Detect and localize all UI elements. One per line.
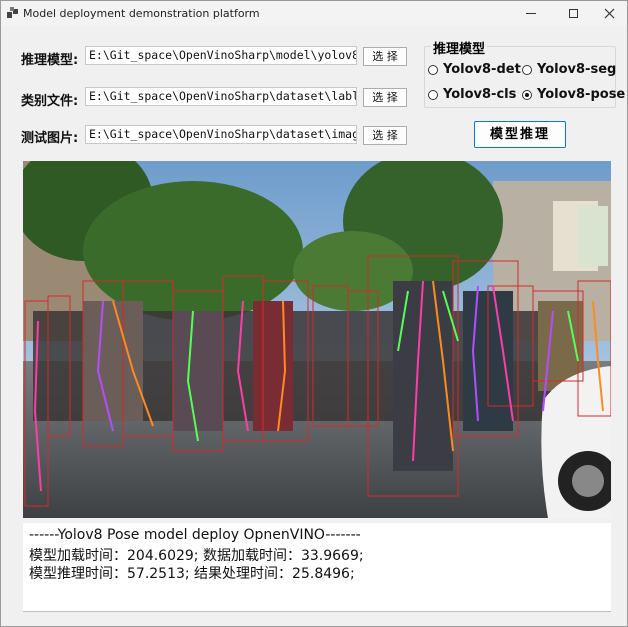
select-model-button[interactable]: 选 择 (363, 47, 407, 66)
maximize-icon (568, 9, 578, 18)
label-file-input[interactable]: E:\Git_space\OpenVinoSharp\dataset\lable… (85, 87, 357, 106)
label-file-label: 类别文件: (21, 94, 79, 109)
app-icon (7, 7, 18, 18)
pose-result-picture (23, 161, 611, 518)
minimize-button[interactable] (511, 1, 551, 26)
select-label-file-button[interactable]: 选 择 (363, 88, 407, 107)
radio-yolov8-cls[interactable]: Yolov8-cls (428, 87, 516, 102)
radio-label: Yolov8-pose (537, 87, 626, 102)
model-path-input[interactable]: E:\Git_space\OpenVinoSharp\model\yolov8s… (85, 46, 357, 65)
radio-label: Yolov8-seg (537, 62, 617, 77)
output-line-load-times: 模型加载时间：204.6029; 数据加载时间：33.9669; (29, 548, 364, 564)
main-window: Model deployment demonstration platform … (0, 0, 628, 627)
radio-indicator (522, 64, 532, 75)
output-log[interactable]: ------Yolov8 Pose model deploy OpnenVINO… (23, 523, 611, 612)
radio-label: Yolov8-cls (443, 87, 517, 102)
radio-indicator-selected (522, 89, 532, 100)
radio-yolov8-det[interactable]: Yolov8-det (428, 62, 521, 77)
close-button[interactable] (589, 1, 628, 26)
test-image-label: 测试图片: (21, 131, 79, 146)
radio-yolov8-pose[interactable]: Yolov8-pose (522, 87, 625, 102)
radio-yolov8-seg[interactable]: Yolov8-seg (522, 62, 616, 77)
radio-indicator (428, 89, 438, 100)
close-icon (604, 8, 614, 19)
radio-label: Yolov8-det (443, 62, 521, 77)
model-path-label: 推理模型: (21, 53, 79, 68)
title-bar[interactable]: Model deployment demonstration platform (1, 1, 627, 26)
select-test-image-button[interactable]: 选 择 (363, 126, 407, 145)
radio-indicator (428, 64, 438, 75)
window-title: Model deployment demonstration platform (23, 7, 260, 20)
output-line-infer-times: 模型推理时间：57.2513; 结果处理时间：25.8496; (29, 566, 355, 582)
output-line-header: ------Yolov8 Pose model deploy OpnenVINO… (29, 527, 361, 543)
model-type-group-title: 推理模型 (431, 38, 488, 57)
test-image-input[interactable]: E:\Git_space\OpenVinoSharp\dataset\image… (85, 125, 357, 144)
minimize-icon (526, 13, 536, 14)
run-inference-button[interactable]: 模型推理 (474, 121, 566, 148)
maximize-button[interactable] (553, 1, 593, 26)
result-image (23, 161, 611, 518)
